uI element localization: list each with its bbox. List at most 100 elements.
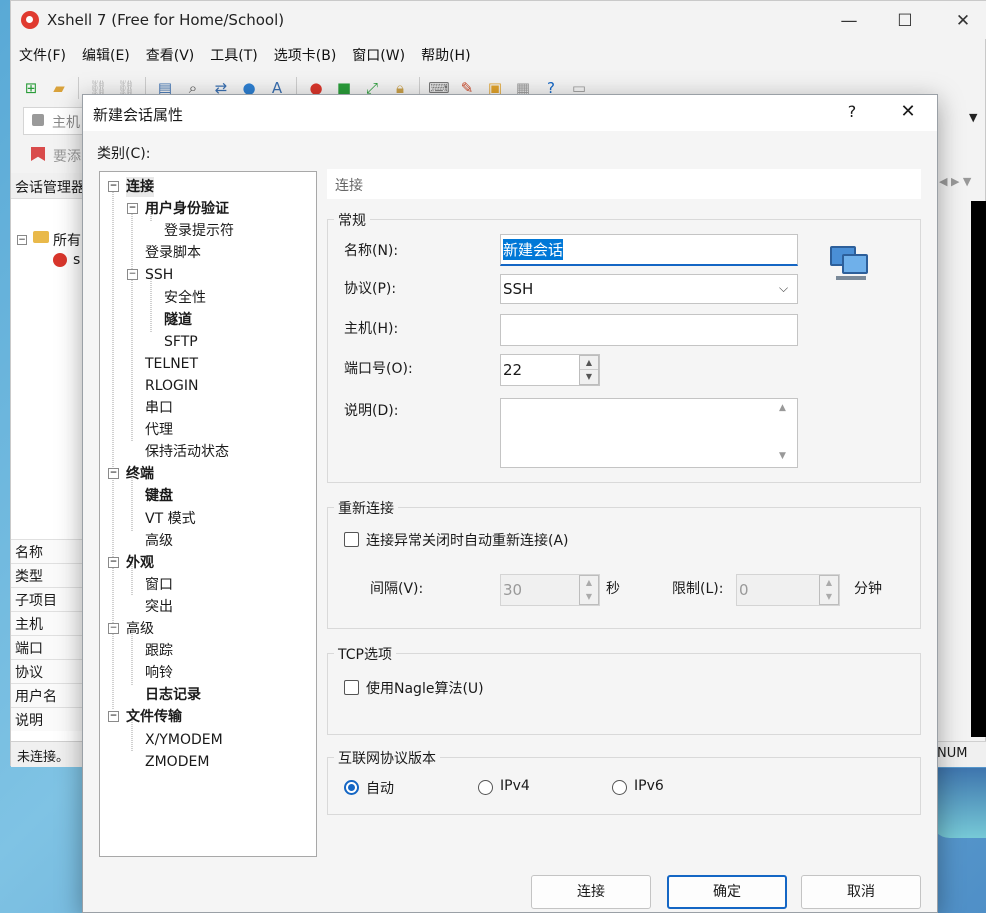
- tree-node-label: 外观: [126, 554, 154, 571]
- tree-expand-icon[interactable]: −: [108, 556, 119, 568]
- tree-node-label: 安全性: [164, 289, 206, 306]
- ok-button[interactable]: 确定: [667, 875, 787, 909]
- maximize-button[interactable]: ☐: [893, 9, 917, 33]
- protocol-select[interactable]: SSH ⌵: [500, 274, 798, 304]
- tree-node-label: 高级: [145, 532, 173, 549]
- new-session-icon[interactable]: ⊞: [19, 76, 43, 100]
- connect-button[interactable]: 连接: [531, 875, 651, 909]
- tree-folder-label[interactable]: 所有: [53, 230, 81, 250]
- tree-node-label: 登录脚本: [145, 245, 201, 262]
- name-field[interactable]: 新建会话: [500, 234, 798, 266]
- spin-up-icon[interactable]: ▲: [820, 576, 838, 590]
- tree-expand-icon[interactable]: −: [108, 181, 119, 192]
- chevron-down-icon: ⌵: [779, 281, 789, 295]
- scroll-up-icon[interactable]: ▲: [779, 403, 786, 413]
- terminal-pane[interactable]: [971, 201, 986, 737]
- interval-unit: 秒: [606, 581, 620, 597]
- category-tree[interactable]: − 连接 − 用户身份验证 登录提示符 登录脚本 − SSH 安全性 隧道 SFTP TELNET RL…: [99, 171, 317, 857]
- session-icon: [53, 253, 67, 267]
- tree-expand-icon[interactable]: −: [108, 468, 119, 480]
- tree-node-label: RLOGIN: [145, 377, 199, 394]
- limit-field[interactable]: 0 ▲ ▼: [736, 574, 840, 606]
- minimize-button[interactable]: —: [837, 9, 861, 33]
- menu-tabs[interactable]: 选项卡(B): [266, 41, 345, 69]
- section-title: 连接: [335, 178, 363, 194]
- tree-expand-icon[interactable]: −: [108, 623, 119, 634]
- spin-up-icon[interactable]: ▲: [580, 576, 598, 590]
- tree-node-label: 连接: [126, 177, 154, 197]
- ip-auto-label[interactable]: 自动: [366, 778, 394, 798]
- ipv6-label[interactable]: IPv6: [634, 778, 664, 794]
- prop-row-name: 名称: [11, 539, 85, 563]
- ipv4-label[interactable]: IPv4: [500, 778, 530, 794]
- prop-row-description: 说明: [11, 707, 85, 731]
- tree-node-label: 窗口: [145, 576, 173, 593]
- host-label: 主机(H):: [344, 321, 399, 337]
- prop-row-port: 端口: [11, 635, 85, 659]
- spin-down-icon[interactable]: ▼: [580, 590, 598, 604]
- tree-session-label[interactable]: s: [73, 252, 80, 268]
- session-manager-title: 会话管理器: [15, 180, 85, 196]
- general-group: 常规 名称(N): 新建会话 协议(P): SSH ⌵ 主机(H): 端口号(O…: [327, 210, 921, 483]
- interval-stepper[interactable]: ▲ ▼: [579, 575, 599, 605]
- tree-node-label: 串口: [145, 400, 173, 416]
- interval-label: 间隔(V):: [370, 581, 424, 597]
- spin-down-icon[interactable]: ▼: [580, 370, 598, 384]
- chevron-down-icon[interactable]: ▼: [969, 111, 977, 124]
- interval-field[interactable]: 30 ▲ ▼: [500, 574, 600, 606]
- cancel-button[interactable]: 取消: [801, 875, 921, 909]
- port-stepper[interactable]: ▲ ▼: [579, 355, 599, 385]
- spin-up-icon[interactable]: ▲: [580, 356, 598, 370]
- tcp-group: TCP选项 使用Nagle算法(U): [327, 644, 921, 735]
- menu-help[interactable]: 帮助(H): [413, 41, 478, 69]
- nagle-label[interactable]: 使用Nagle算法(U): [366, 678, 484, 698]
- nagle-checkbox[interactable]: [344, 680, 359, 695]
- scroll-down-icon[interactable]: ▼: [779, 451, 786, 461]
- app-title: Xshell 7 (Free for Home/School): [47, 11, 285, 29]
- ip-auto-radio[interactable]: [344, 780, 359, 795]
- tree-expand-icon[interactable]: −: [127, 203, 138, 215]
- menu-edit[interactable]: 编辑(E): [74, 41, 138, 69]
- host-field[interactable]: [500, 314, 798, 346]
- status-text: 未连接。: [17, 750, 70, 765]
- dialog-close-button[interactable]: ✕: [897, 101, 919, 123]
- network-computer-icon: [826, 242, 870, 284]
- tab-scroll-arrows[interactable]: ◀ ▶ ▼: [939, 175, 971, 188]
- ipv4-radio[interactable]: [478, 780, 493, 795]
- general-group-title: 常规: [334, 210, 370, 230]
- tree-node-label: 响铃: [145, 665, 173, 682]
- menu-tools[interactable]: 工具(T): [202, 41, 265, 69]
- tree-expand-icon[interactable]: −: [108, 711, 119, 723]
- description-textarea[interactable]: ▲ ▼: [500, 398, 798, 468]
- menu-view[interactable]: 查看(V): [138, 41, 203, 69]
- dialog-title: 新建会话属性: [93, 106, 184, 124]
- bookmark-icon: [31, 147, 45, 161]
- name-field-value: 新建会话: [503, 239, 564, 260]
- menu-window[interactable]: 窗口(W): [344, 41, 413, 69]
- tree-node-label: 隧道: [164, 311, 192, 328]
- port-field[interactable]: 22 ▲ ▼: [500, 354, 600, 386]
- open-folder-icon[interactable]: ▰: [47, 76, 71, 100]
- session-manager-header: 会话管理器: [11, 173, 85, 199]
- tree-node-label: TELNET: [145, 355, 199, 372]
- num-lock-indicator: NUM: [937, 746, 968, 761]
- description-label: 说明(D):: [344, 403, 399, 419]
- auto-reconnect-label[interactable]: 连接异常关闭时自动重新连接(A): [366, 530, 569, 550]
- close-window-button[interactable]: ✕: [951, 9, 975, 33]
- limit-stepper[interactable]: ▲ ▼: [819, 575, 839, 605]
- spin-down-icon[interactable]: ▼: [820, 590, 838, 604]
- prop-row-type: 类型: [11, 563, 85, 587]
- tcp-group-title: TCP选项: [334, 644, 396, 664]
- tree-node-label: SSH: [145, 267, 174, 284]
- auto-reconnect-checkbox[interactable]: [344, 532, 359, 547]
- protocol-value: SSH: [503, 280, 534, 298]
- dialog-help-button[interactable]: ?: [841, 101, 863, 123]
- wallpaper-art: [930, 768, 986, 838]
- lock-icon: [32, 114, 44, 126]
- tree-node-label: SFTP: [164, 333, 198, 350]
- ipv6-radio[interactable]: [612, 780, 627, 795]
- limit-unit: 分钟: [854, 581, 882, 597]
- tree-expand-icon[interactable]: −: [127, 269, 138, 281]
- tree-collapse-icon[interactable]: −: [17, 235, 27, 245]
- menu-file[interactable]: 文件(F): [11, 41, 74, 69]
